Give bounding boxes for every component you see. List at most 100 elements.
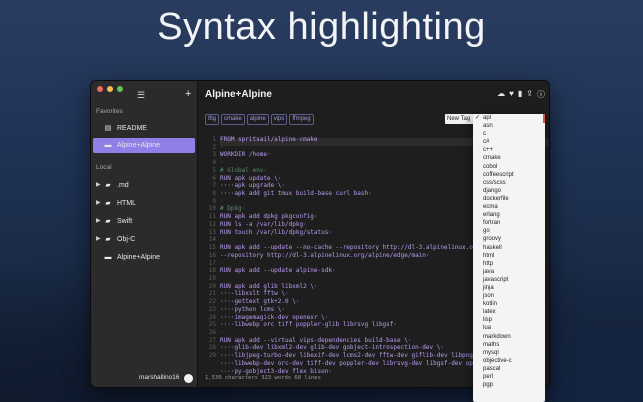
tag-chip[interactable]: vips xyxy=(270,114,288,125)
sidebar-item[interactable]: ▶ ▰ Swift xyxy=(93,214,195,229)
sidebar-item[interactable]: ▶ ▰ .md xyxy=(93,178,195,193)
language-option[interactable]: latex xyxy=(473,308,545,316)
tag-chip[interactable]: cmake xyxy=(221,114,245,125)
tag-chip[interactable]: alpine xyxy=(246,114,269,125)
line-number: 24 xyxy=(208,313,216,321)
language-option[interactable]: groovy xyxy=(473,235,545,243)
line-number: 12 xyxy=(208,220,216,228)
language-option[interactable]: html xyxy=(473,252,545,260)
local-header: Local xyxy=(96,164,112,171)
language-option-label: groovy xyxy=(483,236,502,243)
language-option-label: jinja xyxy=(483,284,494,291)
chevron-right-icon[interactable]: ▶ xyxy=(96,196,103,211)
tag-chip[interactable]: ffmpeg xyxy=(289,114,314,125)
language-option-label: kotlin xyxy=(483,301,498,308)
language-option[interactable]: c# xyxy=(473,138,545,146)
line-number: 21 xyxy=(208,290,216,298)
sidebar-item-label: Swift xyxy=(117,218,133,225)
sidebar-item[interactable]: ▬ Alpine+Alpine xyxy=(93,138,195,153)
add-icon[interactable]: + xyxy=(185,88,191,100)
language-option[interactable]: go xyxy=(473,227,545,235)
language-option-label: apl xyxy=(483,115,492,121)
zoom-window-button[interactable] xyxy=(117,86,123,92)
chevron-right-icon[interactable]: ▶ xyxy=(96,214,103,229)
sidebar-item[interactable]: ▶ ▰ Obj-C xyxy=(93,232,195,247)
sidebar-item[interactable]: ▶ ▰ HTML xyxy=(93,196,195,211)
heart-icon[interactable]: ♥ xyxy=(509,89,514,100)
language-option[interactable]: kotlin xyxy=(473,300,545,308)
language-option[interactable]: http xyxy=(473,260,545,268)
language-option[interactable]: maths xyxy=(473,341,545,349)
line-number: 27 xyxy=(208,336,216,344)
language-option[interactable]: fortran xyxy=(473,219,545,227)
language-option[interactable]: markdown xyxy=(473,333,545,341)
language-option[interactable]: jinja xyxy=(473,284,545,292)
language-option-label: javascript xyxy=(483,276,509,283)
share-icon[interactable]: ⇪ xyxy=(526,89,533,100)
language-option[interactable]: cobol xyxy=(473,163,545,171)
language-option[interactable]: perl xyxy=(473,373,545,381)
line-number: 14 xyxy=(208,236,216,244)
language-option[interactable]: mysql xyxy=(473,349,545,357)
language-option[interactable]: asn xyxy=(473,122,545,130)
github-icon[interactable] xyxy=(184,374,193,383)
language-option[interactable]: java xyxy=(473,268,545,276)
language-option-label: coffeescript xyxy=(483,171,514,178)
sidebar-item-label: .md xyxy=(117,182,129,189)
line-number: 5 xyxy=(212,166,216,174)
dropdown-scrollbar[interactable] xyxy=(543,114,545,123)
cloud-download-icon[interactable]: ☁ xyxy=(497,89,505,100)
language-option-label: mysql xyxy=(483,349,499,356)
language-option[interactable]: ecma xyxy=(473,203,545,211)
line-number: 15 xyxy=(208,244,216,252)
info-icon[interactable]: ⓘ xyxy=(537,89,545,100)
sidebar-settings-icon[interactable]: ☰ xyxy=(137,90,145,101)
language-option-label: pgp xyxy=(483,382,494,389)
chevron-right-icon[interactable]: ▶ xyxy=(96,178,103,193)
trash-icon[interactable]: ▮ xyxy=(518,89,522,100)
sidebar-item-label: Alpine+Alpine xyxy=(117,254,161,261)
sidebar-item[interactable]: ▬ Alpine+Alpine xyxy=(93,250,195,265)
language-option[interactable]: lisp xyxy=(473,316,545,324)
minimize-window-button[interactable] xyxy=(107,86,113,92)
language-option[interactable]: ✓ apl xyxy=(473,114,545,122)
tag-chip[interactable]: tfig xyxy=(205,114,220,125)
line-number: 2 xyxy=(212,143,216,151)
language-option[interactable]: pgp xyxy=(473,381,545,389)
sidebar-item[interactable]: ▤ README xyxy=(93,121,195,136)
language-option[interactable]: css/scss xyxy=(473,179,545,187)
language-option[interactable]: javascript xyxy=(473,276,545,284)
language-option-label: lua xyxy=(483,325,492,332)
language-option[interactable]: lua xyxy=(473,324,545,332)
language-option[interactable]: coffeescript xyxy=(473,171,545,179)
folder-icon: ▰ xyxy=(105,200,111,207)
language-option[interactable]: json xyxy=(473,292,545,300)
language-option-label: lisp xyxy=(483,317,493,324)
toolbar: ☁ ♥ ▮ ⇪ ⓘ xyxy=(497,89,545,100)
line-number: 3 xyxy=(212,151,216,159)
chevron-right-icon[interactable]: ▶ xyxy=(96,232,103,247)
language-option[interactable]: erlang xyxy=(473,211,545,219)
language-option[interactable]: objective-c xyxy=(473,357,545,365)
line-number: 19 xyxy=(208,274,216,282)
language-option[interactable]: cmake xyxy=(473,154,545,162)
language-dropdown[interactable]: ✓ apl asn c c# c++ cmake cobol coffeescript css/s… xyxy=(473,114,545,402)
language-option-label: django xyxy=(483,187,502,194)
line-number: 1 xyxy=(212,136,216,143)
new-tag-input[interactable]: New Tag xyxy=(445,114,475,124)
language-option-label: c xyxy=(483,131,486,138)
language-option[interactable]: django xyxy=(473,187,545,195)
checkmark-icon: ✓ xyxy=(475,115,481,121)
line-number: 10 xyxy=(208,205,216,213)
sidebar-item-label: Alpine+Alpine xyxy=(117,142,161,149)
language-option[interactable]: dockerfile xyxy=(473,195,545,203)
line-number: 16 xyxy=(208,251,216,259)
language-option[interactable]: c xyxy=(473,130,545,138)
language-option[interactable]: c++ xyxy=(473,146,545,154)
tag-list: tfig cmake alpine vips ffmpeg xyxy=(205,114,314,125)
close-window-button[interactable] xyxy=(97,86,103,92)
language-option[interactable]: haskell xyxy=(473,244,545,252)
line-number: 23 xyxy=(208,305,216,313)
language-option-label: css/scss xyxy=(483,179,506,186)
language-option[interactable]: pascal xyxy=(473,365,545,373)
